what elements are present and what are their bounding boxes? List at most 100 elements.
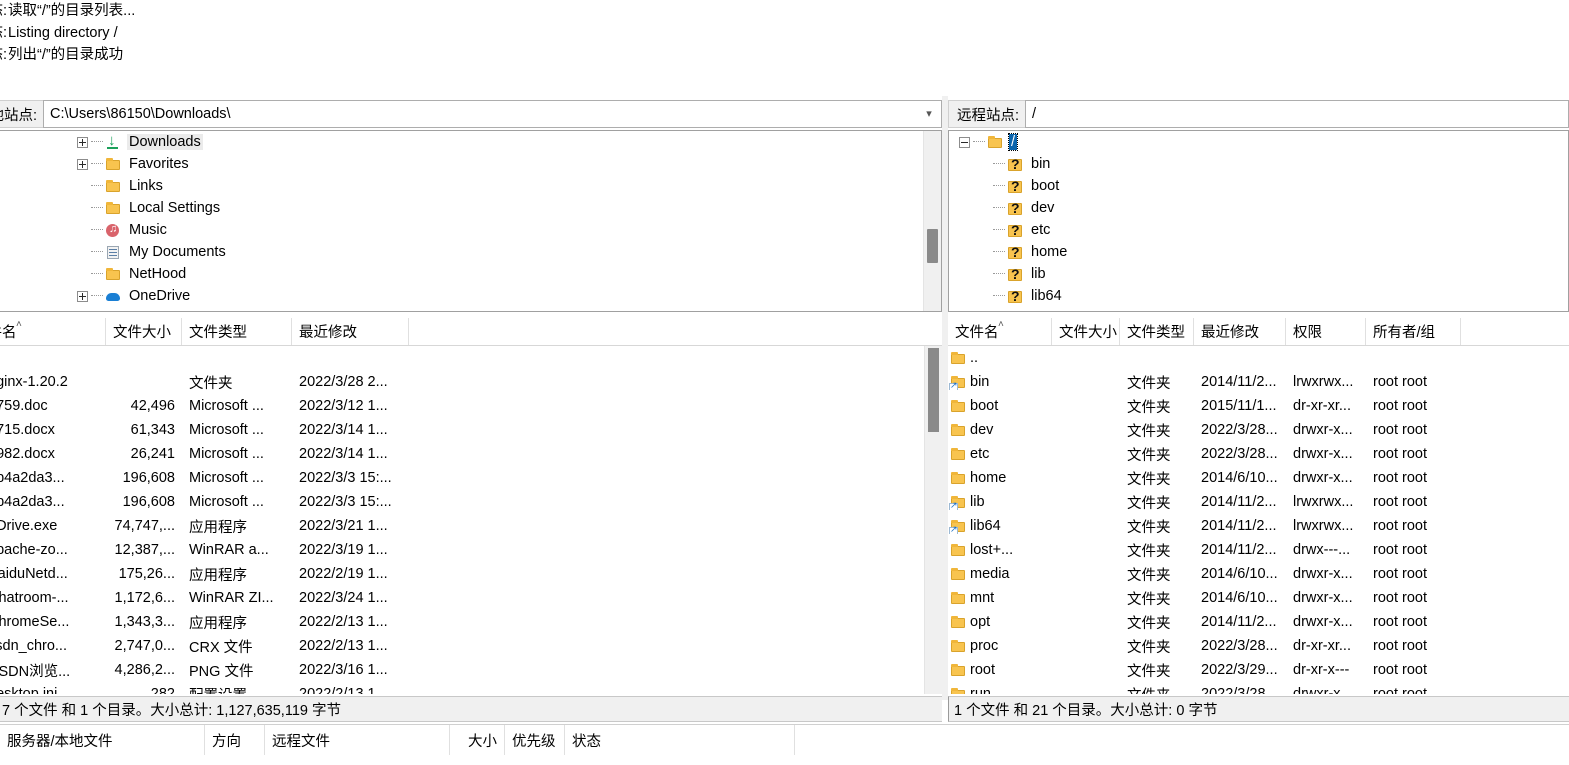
tree-item-favorites[interactable]: Favorites bbox=[0, 153, 941, 175]
tree-item-links[interactable]: Links bbox=[0, 175, 941, 197]
table-row[interactable]: 3715.docx 61,343 Microsoft ... 2022/3/14 1.… bbox=[0, 418, 942, 442]
table-row[interactable]: nginx-1.20.2 文件夹 2022/3/28 2... bbox=[0, 370, 942, 394]
column-header-2[interactable]: 文件类型 bbox=[182, 318, 292, 345]
table-row[interactable]: lib64 文件夹 2014/11/2... lrwxrwx... root root bbox=[948, 514, 1569, 538]
transfer-queue-pane[interactable]: 服务器/本地文件 方向 远程文件 大小 优先级 状态 bbox=[0, 724, 1569, 765]
expand-icon[interactable] bbox=[77, 290, 88, 302]
cell-text: 文件夹 bbox=[1127, 471, 1171, 488]
tree-item-downloads[interactable]: Downloads bbox=[0, 131, 941, 153]
tree-item-lib64[interactable]: lib64 bbox=[949, 285, 1568, 307]
queue-column-header-4[interactable]: 优先级 bbox=[505, 725, 565, 755]
tree-item-music[interactable]: Music bbox=[0, 219, 941, 241]
table-row[interactable]: opt 文件夹 2014/11/2... drwxr-x... root root bbox=[948, 610, 1569, 634]
scrollbar-thumb[interactable] bbox=[928, 348, 939, 432]
table-row[interactable]: BaiduNetd... 175,26... 应用程序 2022/2/19 1... bbox=[0, 562, 942, 586]
table-row[interactable]: etc 文件夹 2022/3/28... drwxr-x... root root bbox=[948, 442, 1569, 466]
column-header-1[interactable]: 文件大小 bbox=[106, 318, 182, 345]
tree-item-dev[interactable]: dev bbox=[949, 197, 1568, 219]
cell-text: nginx-1.20.2 bbox=[0, 374, 68, 390]
message-log-pane[interactable]: 状态: 读取“/”的目录列表... 状态: Listing directory … bbox=[0, 0, 1569, 88]
local-site-path-input[interactable]: C:\Users\86150\Downloads\ ▾ bbox=[43, 100, 942, 128]
tree-item-mydocuments[interactable]: My Documents bbox=[0, 241, 941, 263]
table-row[interactable]: run 文件夹 2022/3/28... drwxr-x... root root bbox=[948, 682, 1569, 694]
cell-text: 应用程序 bbox=[189, 567, 247, 584]
table-row[interactable]: CSDN浏览... 4,286,2... PNG 文件 2022/3/16 1... bbox=[0, 658, 942, 682]
table-row[interactable]: 3982.docx 26,241 Microsoft ... 2022/3/14 1.… bbox=[0, 442, 942, 466]
local-file-list[interactable]: 文件名˄ 文件大小 文件类型 最近修改 .. nginx-1.20.2 文件夹 2022/3… bbox=[0, 318, 942, 694]
local-file-list-scrollbar[interactable] bbox=[924, 346, 942, 694]
table-row[interactable]: apache-zo... 12,387,... WinRAR a... 2022/3/… bbox=[0, 538, 942, 562]
column-header-0[interactable]: 文件名˄ bbox=[0, 318, 106, 345]
queue-column-header-0[interactable]: 服务器/本地文件 bbox=[0, 725, 205, 755]
column-header-0[interactable]: 文件名˄ bbox=[948, 318, 1052, 345]
remote-file-list[interactable]: 文件名˄ 文件大小文件类型最近修改 权限 所有者/组 .. bin 文件夹 2014/11/… bbox=[948, 318, 1569, 694]
table-row[interactable]: media 文件夹 2014/6/10... drwxr-x... root root bbox=[948, 562, 1569, 586]
queue-column-header-2[interactable]: 远程文件 bbox=[265, 725, 450, 755]
cell-text: dev bbox=[970, 422, 994, 438]
chevron-down-icon[interactable]: ▾ bbox=[921, 108, 937, 120]
tree-item-nethood[interactable]: NetHood bbox=[0, 263, 941, 285]
cell-text: Microsoft ... bbox=[189, 470, 264, 486]
remote-directory-tree[interactable]: / bin boot dev etc home lib lib64 bbox=[948, 130, 1569, 312]
cell-text: apache-zo... bbox=[0, 542, 68, 558]
tree-item-localsettings[interactable]: Local Settings bbox=[0, 197, 941, 219]
scrollbar-thumb[interactable] bbox=[927, 229, 938, 263]
cell-owner: root root bbox=[1366, 542, 1461, 558]
table-row[interactable]: aDrive.exe 74,747,... 应用程序 2022/3/21 1... bbox=[0, 514, 942, 538]
table-row[interactable]: mnt 文件夹 2014/6/10... drwxr-x... root root bbox=[948, 586, 1569, 610]
tree-item-[interactable]: / bbox=[949, 131, 1568, 153]
table-row[interactable]: home 文件夹 2014/6/10... drwxr-x... root root bbox=[948, 466, 1569, 490]
cell-text: opt bbox=[970, 614, 991, 630]
collapse-icon[interactable] bbox=[959, 136, 970, 148]
table-row[interactable]: 1759.doc 42,496 Microsoft ... 2022/3/12 1..… bbox=[0, 394, 942, 418]
table-row[interactable]: .. bbox=[948, 346, 1569, 370]
table-row[interactable]: csdn_chro... 2,747,0... CRX 文件 2022/2/13 1.… bbox=[0, 634, 942, 658]
tree-item-etc[interactable]: etc bbox=[949, 219, 1568, 241]
table-row[interactable]: .. bbox=[0, 346, 942, 370]
table-row[interactable]: ChromeSe... 1,343,3... 应用程序 2022/2/13 1... bbox=[0, 610, 942, 634]
tree-item-label: etc bbox=[1031, 222, 1051, 238]
column-header-3[interactable]: 最近修改 bbox=[1194, 318, 1286, 345]
table-row[interactable]: lib 文件夹 2014/11/2... lrwxrwx... root root bbox=[948, 490, 1569, 514]
tree-item-bin[interactable]: bin bbox=[949, 153, 1568, 175]
table-row[interactable]: dev 文件夹 2022/3/28... drwxr-x... root root bbox=[948, 418, 1569, 442]
queue-column-header-1[interactable]: 方向 bbox=[205, 725, 265, 755]
table-row[interactable]: Chatroom-... 1,172,6... WinRAR ZI... 2022/3… bbox=[0, 586, 942, 610]
expand-icon[interactable] bbox=[77, 158, 88, 170]
expand-icon[interactable] bbox=[77, 136, 88, 148]
cell-text: etc bbox=[970, 446, 990, 462]
cell-text: lrwxrwx... bbox=[1293, 374, 1354, 390]
column-header-3[interactable]: 最近修改 bbox=[292, 318, 409, 345]
cell-text: drwxr-x... bbox=[1293, 590, 1353, 606]
table-row[interactable]: root 文件夹 2022/3/29... dr-xr-x--- root root bbox=[948, 658, 1569, 682]
local-tree-scrollbar[interactable] bbox=[923, 131, 941, 311]
column-header-label: 文件名 bbox=[0, 325, 17, 341]
tree-item-boot[interactable]: boot bbox=[949, 175, 1568, 197]
table-row[interactable]: 6b4a2da3... 196,608 Microsoft ... 2022/3/3 … bbox=[0, 466, 942, 490]
tree-item-onedrive[interactable]: OneDrive bbox=[0, 285, 941, 307]
tree-connector bbox=[91, 251, 103, 253]
column-header-label: 最近修改 bbox=[299, 325, 357, 341]
column-header-2[interactable]: 文件类型 bbox=[1120, 318, 1194, 345]
cell-text: 26,241 bbox=[130, 446, 175, 462]
table-row[interactable]: bin 文件夹 2014/11/2... lrwxrwx... root root bbox=[948, 370, 1569, 394]
table-row[interactable]: lost+... 文件夹 2014/11/2... drwx---... root ro… bbox=[948, 538, 1569, 562]
cell-name: opt bbox=[948, 614, 1052, 630]
cell-modified: 2014/11/2... bbox=[1194, 518, 1286, 534]
column-header-4[interactable]: 权限 bbox=[1286, 318, 1366, 345]
column-header-1[interactable]: 文件大小 bbox=[1052, 318, 1120, 345]
table-row[interactable]: 6b4a2da3... 196,608 Microsoft ... 2022/3/3 … bbox=[0, 490, 942, 514]
table-row[interactable]: boot 文件夹 2015/11/1... dr-xr-xr... root root bbox=[948, 394, 1569, 418]
remote-site-path-input[interactable]: / bbox=[1025, 100, 1569, 128]
tree-item-home[interactable]: home bbox=[949, 241, 1568, 263]
table-row[interactable]: proc 文件夹 2022/3/28... dr-xr-xr... root root bbox=[948, 634, 1569, 658]
cell-modified: 2022/3/21 1... bbox=[292, 518, 409, 534]
column-header-5[interactable]: 所有者/组 bbox=[1366, 318, 1461, 345]
queue-column-header-5[interactable]: 状态 bbox=[565, 725, 795, 755]
cell-text: dr-xr-x--- bbox=[1293, 662, 1350, 678]
local-directory-tree[interactable]: Downloads Favorites Links Local Settings Mus… bbox=[0, 130, 942, 312]
folder-link-icon bbox=[949, 375, 967, 390]
table-row[interactable]: desktop.ini 282 配置设置 2022/2/13 1... bbox=[0, 682, 942, 694]
tree-item-lib[interactable]: lib bbox=[949, 263, 1568, 285]
queue-column-header-3[interactable]: 大小 bbox=[450, 725, 505, 755]
